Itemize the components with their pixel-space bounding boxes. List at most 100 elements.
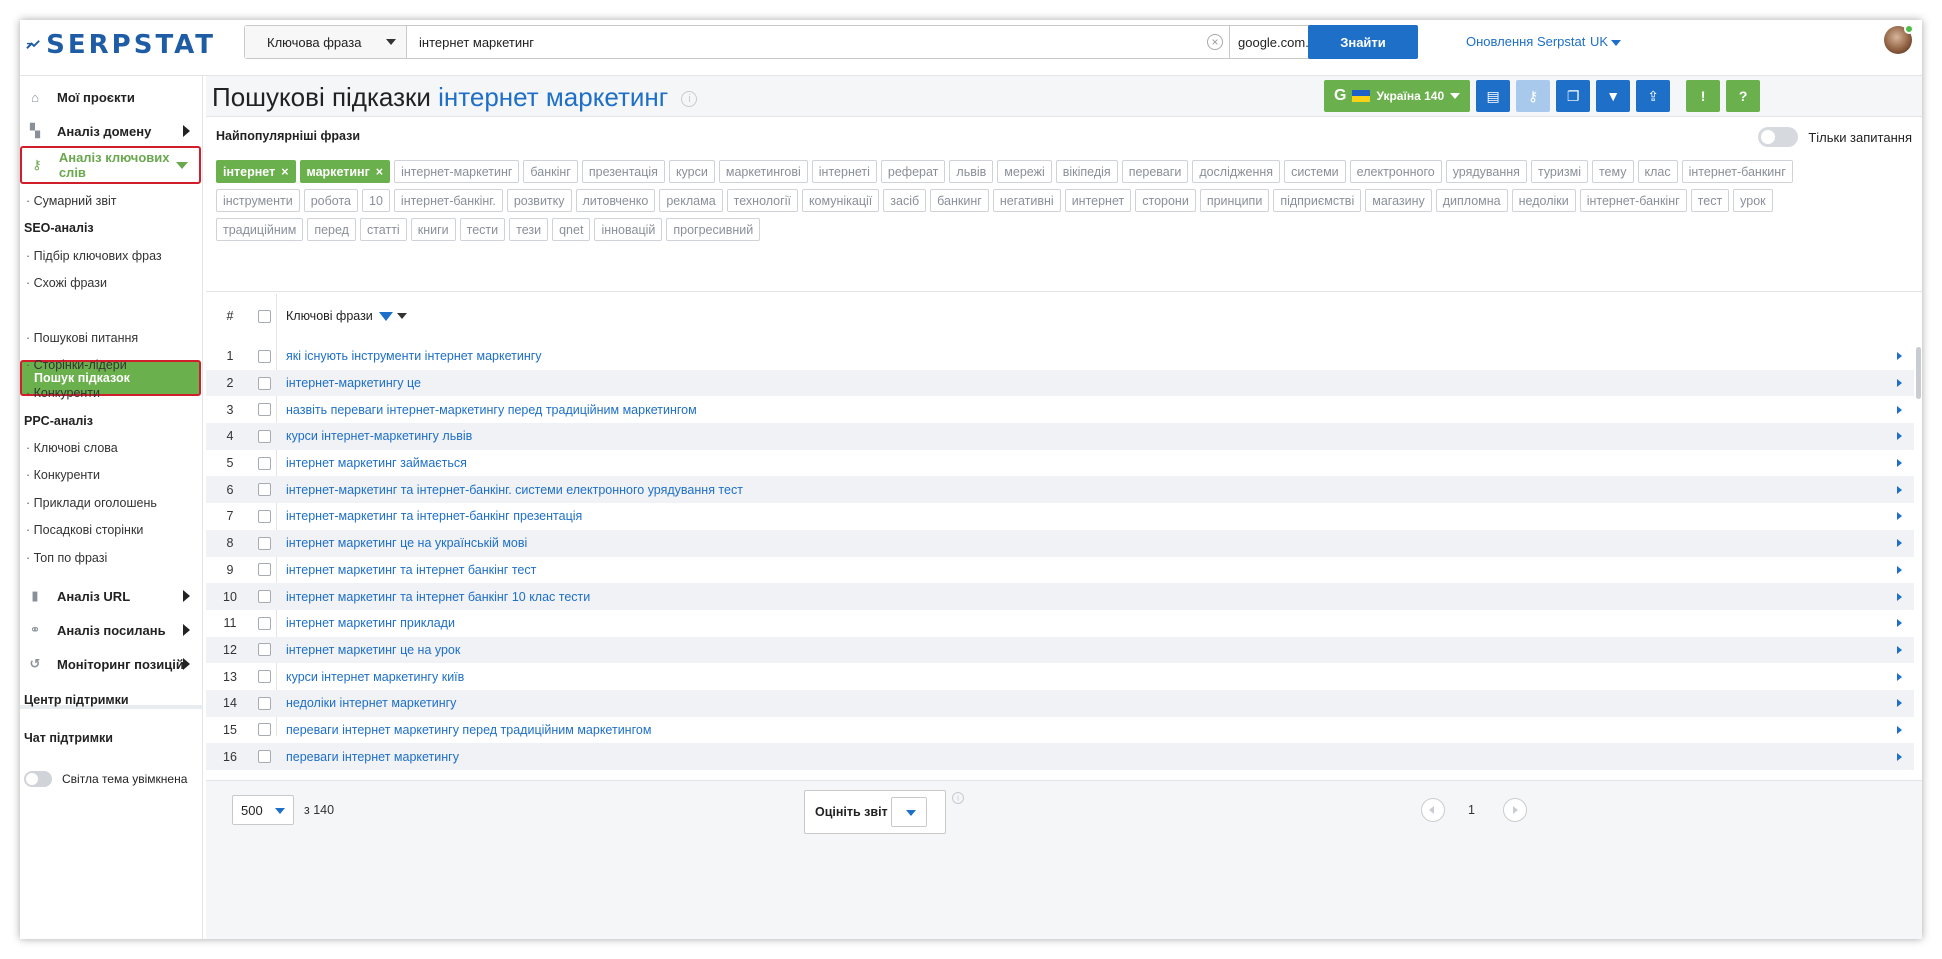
phrase-tag[interactable]: інтернет-банкинг (1681, 160, 1793, 183)
row-expand-icon[interactable] (1897, 405, 1902, 414)
phrase-tag[interactable]: туризмі (1530, 160, 1588, 183)
phrase-tag[interactable]: перед (307, 218, 356, 241)
phrase-tag[interactable]: розвитку (506, 189, 572, 212)
row-checkbox[interactable] (258, 536, 271, 550)
phrase-tag[interactable]: засіб (883, 189, 927, 212)
phrase-tag[interactable]: интернет (1064, 189, 1132, 212)
add-to-list-button[interactable]: ▤ (1476, 80, 1511, 112)
sidebar-sub-search-questions[interactable]: Пошукові питання (26, 331, 139, 345)
phrase-tag[interactable]: інтернеті (811, 160, 877, 183)
phrase-tag[interactable]: мережі (997, 160, 1052, 183)
phrase-tag[interactable]: тест (1690, 189, 1730, 212)
copy-button[interactable]: ❐ (1556, 80, 1591, 112)
search-input[interactable] (407, 26, 1201, 58)
keyword-link[interactable]: інтернет маркетинг це на українській мов… (286, 536, 527, 550)
sidebar-sub-seo-competitors[interactable]: Конкуренти (26, 386, 100, 400)
keyword-link[interactable]: інтернет маркетинг та інтернет банкінг т… (286, 563, 536, 577)
updates-link[interactable]: Оновлення Serpstat (1466, 34, 1585, 49)
phrase-tag[interactable]: інтернет-банкінг. (393, 189, 503, 212)
phrase-tag[interactable]: тему (1591, 160, 1634, 183)
pagination-prev-button[interactable] (1421, 798, 1445, 822)
only-questions-toggle[interactable]: Тільки запитання (1758, 127, 1912, 147)
phrase-tag[interactable]: презентація (581, 160, 665, 183)
row-checkbox[interactable] (258, 723, 271, 737)
phrase-tag[interactable]: комунікації (801, 189, 880, 212)
selected-phrase-tag[interactable]: маркетинг × (299, 160, 391, 183)
row-expand-icon[interactable] (1897, 645, 1902, 654)
row-checkbox[interactable] (258, 483, 271, 497)
region-select-button[interactable]: G Україна 140 (1324, 80, 1471, 112)
phrase-tag[interactable]: інтернет-банкінг (1579, 189, 1687, 212)
phrase-tag[interactable]: технології (726, 189, 798, 212)
remove-tag-icon[interactable]: × (376, 165, 383, 179)
sidebar-sub-keyword-selection[interactable]: Підбір ключових фраз (26, 249, 162, 263)
row-checkbox[interactable] (258, 750, 271, 764)
sidebar-item-links-analysis[interactable]: ⚭ Аналіз посилань (20, 613, 203, 647)
table-scrollbar-thumb[interactable] (1916, 347, 1921, 399)
row-checkbox[interactable] (258, 349, 271, 363)
rate-report-select[interactable] (891, 797, 927, 827)
language-select[interactable]: UK (1590, 34, 1622, 49)
row-expand-icon[interactable] (1897, 432, 1902, 441)
row-expand-icon[interactable] (1897, 512, 1902, 521)
theme-toggle[interactable]: Світла тема увімкнена (24, 771, 187, 787)
phrase-tag[interactable]: маркетингові (718, 160, 808, 183)
phrase-tag[interactable]: системи (1284, 160, 1346, 183)
phrase-tag[interactable]: банкінг (523, 160, 578, 183)
sidebar-sub-top-pages[interactable]: Сторінки-лідери (26, 358, 127, 372)
row-expand-icon[interactable] (1897, 352, 1902, 361)
keyword-link[interactable]: інтернет-маркетингу це (286, 376, 421, 390)
sidebar-sub-ppc-competitors[interactable]: Конкуренти (26, 468, 100, 482)
sidebar-sub-related-phrases[interactable]: Схожі фрази (26, 276, 107, 290)
remove-tag-icon[interactable]: × (281, 165, 288, 179)
row-checkbox[interactable] (258, 616, 271, 630)
phrase-tag[interactable]: негативні (992, 189, 1061, 212)
row-checkbox[interactable] (258, 429, 271, 443)
keyword-link[interactable]: курси інтернет маркетингу київ (286, 670, 464, 684)
support-chat-link[interactable]: Чат підтримки (24, 731, 113, 745)
row-expand-icon[interactable] (1897, 619, 1902, 628)
keyword-link[interactable]: які існують інструменти інтернет маркети… (286, 349, 542, 363)
row-checkbox[interactable] (258, 403, 271, 417)
sidebar-item-projects[interactable]: ⌂ Мої проєкти (20, 80, 203, 114)
phrase-tag[interactable]: урядування (1445, 160, 1527, 183)
phrase-tag[interactable]: львів (949, 160, 994, 183)
col-header-keywords[interactable]: Ключові фрази (286, 309, 407, 323)
phrase-tag[interactable]: дипломна (1435, 189, 1508, 212)
phrase-tag[interactable]: переваги (1121, 160, 1189, 183)
selected-phrase-tag[interactable]: інтернет × (216, 160, 296, 183)
phrase-tag[interactable]: тести (459, 218, 506, 241)
search-type-select[interactable]: Ключова фраза (245, 26, 407, 58)
row-checkbox[interactable] (258, 590, 271, 604)
row-checkbox[interactable] (258, 563, 271, 577)
sidebar-item-url-analysis[interactable]: ▮ Аналіз URL (20, 579, 203, 613)
row-checkbox[interactable] (258, 376, 271, 390)
phrase-tag[interactable]: курси (668, 160, 715, 183)
phrase-tag[interactable]: 10 (362, 189, 390, 212)
only-questions-switch[interactable] (1758, 127, 1799, 147)
row-expand-icon[interactable] (1897, 592, 1902, 601)
row-expand-icon[interactable] (1897, 752, 1902, 761)
phrase-tag[interactable]: реклама (659, 189, 723, 212)
sidebar-item-domain-analysis[interactable]: ▚ Аналіз домену (20, 114, 203, 148)
row-expand-icon[interactable] (1897, 539, 1902, 548)
keyword-link[interactable]: курси інтернет-маркетингу львів (286, 429, 472, 443)
sidebar-item-rank-tracking[interactable]: ↺ Моніторинг позицій (20, 647, 203, 681)
phrase-tag[interactable]: банкинг (930, 189, 989, 212)
row-expand-icon[interactable] (1897, 725, 1902, 734)
table-scrollbar[interactable] (1914, 343, 1922, 779)
phrase-tag[interactable]: традиційним (216, 218, 304, 241)
row-checkbox[interactable] (258, 456, 271, 470)
row-expand-icon[interactable] (1897, 485, 1902, 494)
keyword-link[interactable]: інтернет-маркетинг та інтернет-банкінг. … (286, 483, 743, 497)
sort-caret-icon[interactable] (396, 313, 407, 319)
feedback-button[interactable]: ! (1686, 80, 1721, 112)
phrase-tag[interactable]: електронного (1349, 160, 1442, 183)
phrase-tag[interactable]: урок (1733, 189, 1773, 212)
keyword-link[interactable]: інтернет-маркетинг та інтернет-банкінг п… (286, 509, 582, 523)
phrase-tag[interactable]: дослідження (1192, 160, 1281, 183)
phrase-tag[interactable]: інновацій (594, 218, 663, 241)
sidebar-sub-ppc-keywords[interactable]: Ключові слова (26, 441, 118, 455)
row-checkbox[interactable] (258, 509, 271, 523)
phrase-tag[interactable]: тези (509, 218, 549, 241)
